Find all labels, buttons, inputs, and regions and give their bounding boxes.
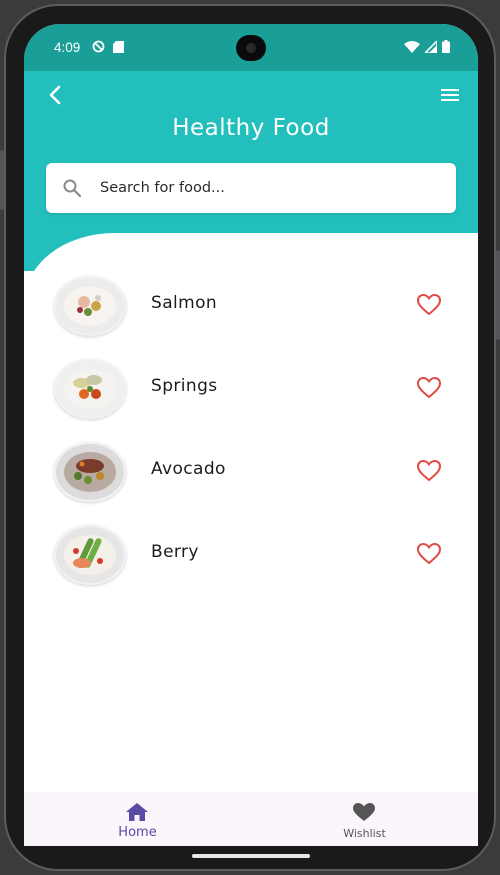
food-name: Berry (151, 542, 199, 562)
food-name: Salmon (151, 293, 218, 313)
favorite-button[interactable] (416, 459, 442, 483)
phone-side-button (0, 150, 4, 210)
nav-label-wishlist: Wishlist (343, 827, 386, 840)
back-button[interactable] (42, 81, 70, 109)
heart-outline-icon (416, 542, 442, 565)
heart-outline-icon (416, 459, 442, 482)
search-bar[interactable] (46, 163, 456, 213)
home-indicator[interactable] (192, 854, 310, 858)
food-name: Springs (151, 376, 218, 396)
nav-item-home[interactable]: Home (24, 792, 251, 846)
signal-icon (425, 40, 437, 53)
arrow-back-icon (49, 85, 61, 105)
hamburger-menu-icon (441, 89, 459, 101)
food-name: Avocado (151, 459, 226, 479)
sim-card-icon (113, 40, 124, 53)
do-not-disturb-icon (92, 40, 105, 53)
menu-button[interactable] (438, 83, 462, 107)
status-time: 4:09 (54, 40, 81, 55)
search-input[interactable] (96, 163, 446, 213)
food-list: Salmon Springs Avocado Berry (24, 268, 478, 600)
search-icon (63, 179, 82, 198)
nav-item-wishlist[interactable]: Wishlist (251, 792, 478, 846)
heart-filled-icon (353, 803, 375, 821)
app-screen: 4:09 Healthy Food Search for food... Sal… (24, 24, 478, 846)
food-image-springs (54, 359, 126, 419)
favorite-button[interactable] (416, 376, 442, 400)
favorite-button[interactable] (416, 293, 442, 317)
heart-outline-icon (416, 293, 442, 316)
status-icons-left (92, 40, 124, 53)
food-list-panel: Salmon Springs Avocado Berry (24, 233, 478, 793)
food-image-salmon (54, 276, 126, 336)
battery-icon (442, 40, 450, 53)
status-bar: 4:09 (24, 24, 478, 71)
home-icon (126, 803, 148, 821)
phone-volume-button (496, 250, 500, 340)
page-title: Healthy Food (172, 115, 330, 141)
food-image-berry (54, 525, 126, 585)
food-list-item-avocado[interactable]: Avocado (24, 434, 478, 517)
camera-cutout (236, 35, 266, 61)
food-list-item-salmon[interactable]: Salmon (24, 268, 478, 351)
wifi-icon (404, 40, 420, 53)
nav-label-home: Home (118, 825, 157, 840)
status-icons-right (404, 40, 450, 53)
food-list-item-berry[interactable]: Berry (24, 517, 478, 600)
bottom-navigation: Home Wishlist (24, 792, 478, 846)
food-list-item-springs[interactable]: Springs (24, 351, 478, 434)
heart-outline-icon (416, 376, 442, 399)
favorite-button[interactable] (416, 542, 442, 566)
food-image-avocado (54, 442, 126, 502)
